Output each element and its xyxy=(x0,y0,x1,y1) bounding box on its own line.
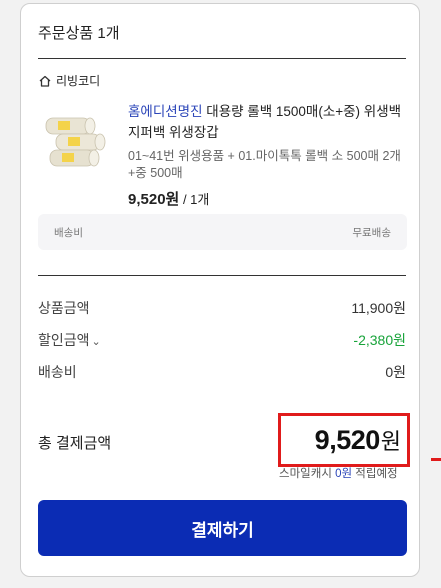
shipping-info-box: 배송비 무료배송 xyxy=(38,214,407,250)
highlight-marker xyxy=(431,458,441,461)
discount-value: -2,380원 xyxy=(353,332,406,348)
home-icon xyxy=(39,75,51,87)
product-amount-label: 상품금액 xyxy=(38,300,90,316)
cash-prefix: 스마일캐시 xyxy=(279,468,336,480)
order-summary-card: 주문상품 1개 리빙코디 홈에디션명진 대용량 롤백 1500매(소+중) 위생… xyxy=(20,3,420,577)
product-image[interactable] xyxy=(40,104,116,178)
product-qty: / 1개 xyxy=(179,192,210,207)
discount-label: 할인금액 xyxy=(38,332,90,348)
discount-toggle[interactable]: 할인금액 ⌄ xyxy=(38,330,101,350)
shipping-row: 배송비 0원 xyxy=(38,362,406,382)
product-amount-row: 상품금액 11,900원 xyxy=(38,298,406,318)
chevron-down-icon[interactable]: ⌄ xyxy=(92,335,101,348)
discount-row[interactable]: 할인금액 ⌄ -2,380원 xyxy=(38,330,406,350)
total-unit: 원 xyxy=(380,429,401,454)
product-price-value: 9,520원 xyxy=(128,191,180,208)
total-label: 총 결제금액 xyxy=(38,435,112,452)
shipping-box-value: 무료배송 xyxy=(352,226,391,239)
shop-link[interactable]: 리빙코디 xyxy=(38,72,100,89)
divider xyxy=(38,58,406,59)
product-amount-value: 11,900원 xyxy=(351,300,406,316)
product-brand[interactable]: 홈에디션명진 xyxy=(128,104,203,119)
shipping-label: 배송비 xyxy=(38,364,77,380)
cash-suffix: 적립예정 xyxy=(352,468,398,480)
shipping-value: 0원 xyxy=(385,364,406,380)
shipping-box-label: 배송비 xyxy=(54,226,83,239)
total-amount-highlight: 9,520 원 xyxy=(278,413,410,467)
divider xyxy=(38,275,406,276)
smile-cash-note: 스마일캐시 0원 적립예정 xyxy=(279,465,398,481)
total-amount: 9,520 xyxy=(314,424,381,455)
shop-name: 리빙코디 xyxy=(56,74,101,88)
cash-value: 0원 xyxy=(335,468,353,480)
section-title: 주문상품 1개 xyxy=(38,25,120,42)
product-price: 9,520원 / 1개 xyxy=(128,188,209,209)
pay-button[interactable]: 결제하기 xyxy=(38,500,407,556)
product-name[interactable]: 홈에디션명진 대용량 롤백 1500매(소+중) 위생백 지퍼백 위생장갑 xyxy=(128,101,408,143)
product-option: 01~41번 위생용품 + 01.마이톡톡 롤백 소 500매 2개+중 500… xyxy=(128,149,401,180)
